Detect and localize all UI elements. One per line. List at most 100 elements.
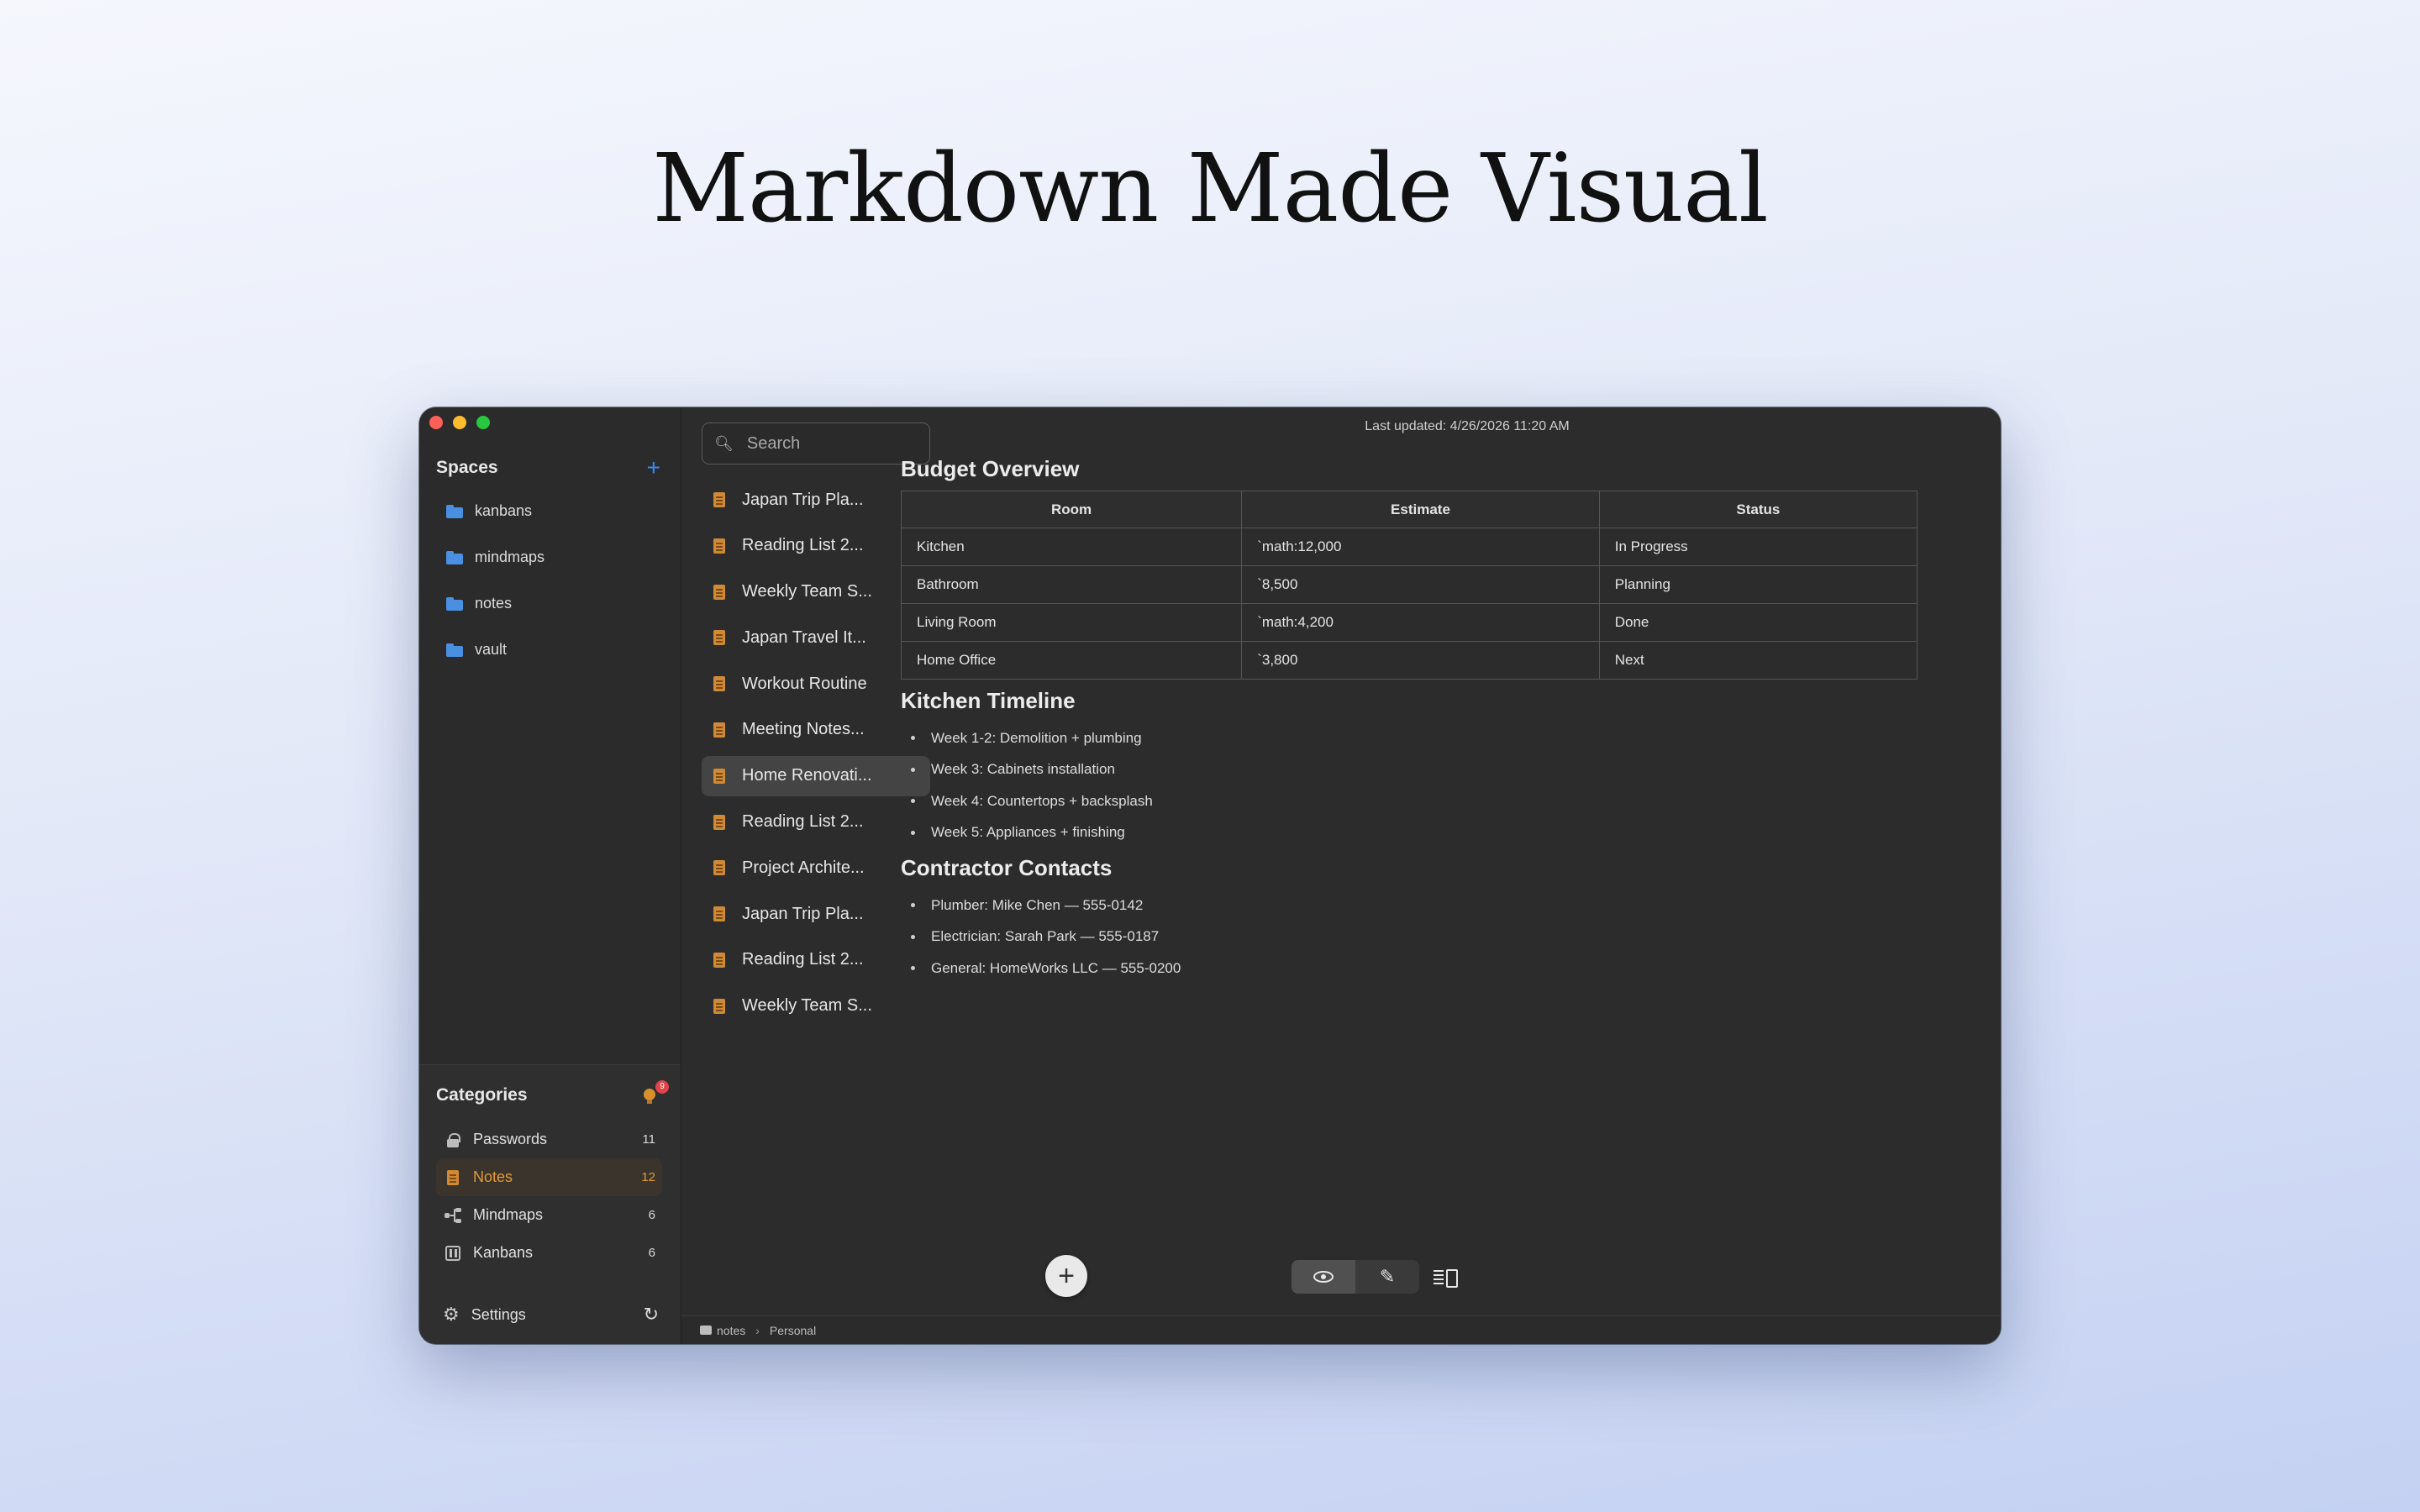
list-item: Week 3: Cabinets installation [901,754,1918,786]
table-cell: `8,500 [1241,565,1600,604]
categories-list: Passwords 11 Notes 12 Mindmaps 6 Kanbans… [436,1121,662,1272]
last-updated: Last updated: 4/26/2026 11:20 AM [1365,419,1570,433]
mindmap-icon [445,1207,461,1223]
category-label: Mindmaps [473,1206,544,1223]
list-item: Electrician: Sarah Park — 555-0187 [901,921,1918,953]
minimize-window-button[interactable] [453,416,466,429]
space-item-kanbans[interactable]: kanbans [446,488,544,534]
spaces-header: Spaces + [436,456,660,480]
note-item[interactable]: Reading List 2... [702,940,930,980]
list-item: Week 5: Appliances + finishing [901,817,1918,849]
note-icon [713,860,725,876]
spaces-title: Spaces [436,458,498,477]
note-icon [713,492,725,507]
window-controls [429,416,490,429]
list-item: General: HomeWorks LLC — 555-0200 [901,953,1918,984]
note-content: Last updated: 4/26/2026 11:20 AM Budget … [900,407,2001,1344]
table-header: Status [1598,491,1918,528]
settings-row[interactable]: ⚙ Settings ↻ [443,1304,659,1326]
note-title: Reading List 2... [742,950,864,969]
table-row: Home Office `3,800 Next [900,641,1918,680]
space-item-mindmaps[interactable]: mindmaps [446,534,544,580]
category-count: 11 [642,1132,655,1147]
folder-icon [446,643,463,657]
note-item[interactable]: Reading List 2... [702,526,930,566]
note-item[interactable]: Japan Travel It... [702,617,930,658]
folder-icon [446,596,463,611]
heading-kitchen-timeline: Kitchen Timeline [901,688,1076,713]
add-space-button[interactable]: + [647,456,660,480]
pencil-icon: ✎ [1379,1266,1396,1287]
space-item-label: kanbans [475,502,533,519]
categories-title: Categories [436,1085,528,1105]
note-item[interactable]: Weekly Team S... [702,572,930,612]
hero-title: Markdown Made Visual [652,134,1769,244]
category-notes[interactable]: Notes 12 [436,1158,662,1196]
status-bar: notes › Personal [681,1315,2001,1344]
timeline-list: Week 1-2: Demolition + plumbing Week 3: … [901,722,1918,848]
lightbulb-icon[interactable]: 9 [642,1080,669,1105]
sidebar: Spaces + kanbans mindmaps notes vault Ca… [419,407,681,1344]
notes-column: 🔍︎ Japan Trip Pla... Reading List 2... W… [681,407,934,1344]
lock-icon [447,1132,460,1147]
close-window-button[interactable] [429,416,443,429]
refresh-icon[interactable]: ↻ [644,1304,659,1326]
note-icon [713,998,725,1014]
table-cell: Done [1598,603,1918,642]
view-mode-toggle: ✎ [1292,1260,1470,1294]
note-item[interactable]: Project Archite... [702,848,930,888]
note-item[interactable]: Japan Trip Pla... [702,894,930,934]
category-passwords[interactable]: Passwords 11 [436,1121,662,1158]
note-item[interactable]: Japan Trip Pla... [702,480,930,520]
category-label: Kanbans [473,1244,534,1261]
table-cell: Kitchen [900,528,1243,566]
edit-mode-button[interactable]: ✎ [1355,1260,1419,1294]
note-title: Home Renovati... [742,766,872,785]
note-title: Japan Travel It... [742,627,866,647]
table-cell: In Progress [1598,528,1918,566]
split-mode-button[interactable] [1419,1260,1470,1294]
note-title: Japan Trip Pla... [742,904,864,923]
breadcrumb-space[interactable]: notes [717,1324,745,1337]
note-item[interactable]: Workout Routine [702,664,930,704]
category-mindmaps[interactable]: Mindmaps 6 [436,1196,662,1234]
list-item: Week 4: Countertops + backsplash [901,785,1918,817]
note-title: Reading List 2... [742,812,864,832]
table-cell: `math:12,000 [1241,528,1600,566]
space-item-vault[interactable]: vault [446,627,544,673]
note-icon [447,1169,459,1185]
folder-icon [446,504,463,518]
maximize-window-button[interactable] [476,416,490,429]
category-count: 6 [648,1246,655,1260]
gear-icon: ⚙ [443,1304,460,1325]
note-title: Project Archite... [742,858,865,877]
spaces-list: kanbans mindmaps notes vault [446,488,544,673]
preview-mode-button[interactable] [1292,1260,1355,1294]
split-view-icon [1434,1268,1458,1288]
search-box[interactable]: 🔍︎ [702,423,930,465]
settings-label: Settings [471,1305,526,1323]
note-item-selected[interactable]: Home Renovati... [702,755,930,796]
space-item-notes[interactable]: notes [446,580,544,627]
note-item[interactable]: Weekly Team S... [702,986,930,1026]
chevron-right-icon: › [755,1323,760,1337]
table-cell: Planning [1598,565,1918,604]
note-icon [713,952,725,968]
tips-badge: 9 [655,1080,669,1094]
breadcrumb-folder[interactable]: Personal [770,1324,816,1337]
table-header: Room [900,491,1243,528]
note-title: Workout Routine [742,674,867,693]
note-icon [713,584,725,600]
list-item: Plumber: Mike Chen — 555-0142 [901,890,1918,921]
note-item[interactable]: Reading List 2... [702,802,930,843]
folder-icon [700,1326,712,1335]
search-icon: 🔍︎ [714,434,734,452]
table-cell: `3,800 [1241,641,1600,680]
note-icon [713,906,725,922]
list-item: Week 1-2: Demolition + plumbing [901,722,1918,754]
search-input[interactable] [746,433,915,454]
kanban-icon [445,1245,460,1261]
category-kanbans[interactable]: Kanbans 6 [436,1234,662,1272]
note-icon [713,722,725,738]
note-item[interactable]: Meeting Notes... [702,710,930,750]
